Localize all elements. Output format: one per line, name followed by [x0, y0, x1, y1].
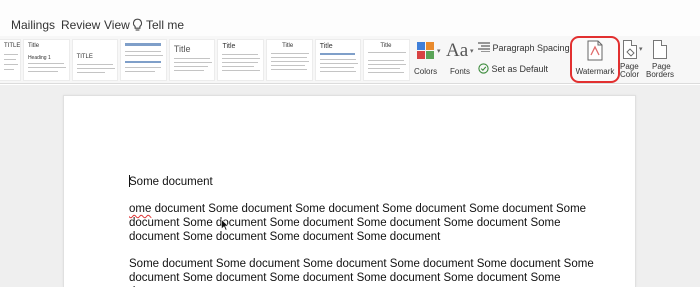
document-canvas[interactable]: Some document ome document Some document…: [0, 85, 700, 287]
chevron-down-icon: ▾: [639, 46, 643, 53]
fonts-icon: Aa: [446, 40, 469, 61]
checkmark-circle-icon: [478, 63, 489, 74]
style-thumbnail-title: Title: [27, 43, 40, 49]
set-as-default-button[interactable]: Set as Default: [478, 63, 548, 77]
page-color-button[interactable]: ▾ Page Color: [620, 40, 646, 82]
chevron-down-icon: ▾: [437, 48, 441, 55]
menu-tell-me[interactable]: Tell me: [146, 18, 184, 32]
page-borders-icon: [653, 40, 667, 59]
colors-label: Colors: [414, 67, 438, 76]
colors-button[interactable]: ▾ Colors: [414, 40, 441, 80]
style-thumbnail[interactable]: Title: [266, 39, 313, 81]
menu-view[interactable]: View: [104, 18, 130, 32]
style-thumbnail[interactable]: Title Heading 1: [22, 39, 70, 81]
document-paragraph[interactable]: Some document Some document Some documen…: [129, 257, 609, 287]
paragraph-text: document Some document Some document Som…: [129, 203, 587, 243]
style-thumbnail[interactable]: TITLE: [71, 39, 119, 81]
fonts-button[interactable]: Aa ▾ Fonts: [446, 40, 474, 80]
document-page[interactable]: Some document ome document Some document…: [63, 95, 636, 287]
paragraph-spacing-button[interactable]: Paragraph Spacing ▾: [478, 42, 576, 56]
style-thumbnail[interactable]: TITLE: [0, 39, 21, 81]
document-first-line[interactable]: Some document: [129, 175, 609, 189]
lightbulb-icon[interactable]: [131, 18, 144, 32]
paint-bucket-icon: [626, 48, 635, 57]
paragraph-spacing-icon: [478, 42, 490, 53]
style-thumbnail-title: Title: [380, 43, 392, 49]
style-thumbnail[interactable]: [120, 39, 167, 81]
watermark-button[interactable]: Watermark: [570, 36, 620, 83]
menu-bar: Mailings Review View Tell me: [0, 0, 700, 36]
first-line-text: Some document: [129, 176, 213, 188]
style-thumbnail[interactable]: Title: [363, 39, 410, 81]
style-set-gallery: TITLE Title Heading 1 TITLE Title Title …: [0, 39, 412, 81]
style-thumbnail[interactable]: Title: [314, 39, 362, 81]
color-swatch: [417, 51, 425, 59]
menu-mailings[interactable]: Mailings: [11, 18, 55, 32]
watermark-label: Watermark: [575, 67, 615, 76]
color-swatch: [417, 42, 425, 50]
page-borders-label-2: Borders: [646, 70, 675, 79]
style-thumbnail-title: TITLE: [4, 43, 21, 49]
fonts-label: Fonts: [450, 67, 471, 76]
menu-review[interactable]: Review: [61, 18, 100, 32]
design-ribbon: TITLE Title Heading 1 TITLE Title Title …: [0, 36, 700, 84]
color-swatch: [426, 42, 434, 50]
set-as-default-label: Set as Default: [491, 64, 549, 74]
mouse-pointer-icon: [221, 219, 229, 231]
paragraph-text: Some document Some document Some documen…: [129, 258, 594, 287]
page-color-label-2: Color: [620, 70, 640, 79]
style-thumbnail-title: TITLE: [76, 54, 93, 60]
document-paragraph[interactable]: ome document Some document Some document…: [129, 202, 609, 244]
chevron-down-icon: ▾: [470, 48, 474, 55]
misspelled-word[interactable]: ome: [129, 203, 151, 215]
style-thumbnail-title: Title: [173, 44, 191, 54]
style-thumbnail-title: Title: [319, 43, 333, 50]
style-thumbnail[interactable]: Title: [168, 39, 216, 81]
style-thumbnail-title: Title: [282, 43, 294, 49]
page-borders-button[interactable]: Page Borders: [646, 40, 676, 82]
color-swatch: [426, 51, 434, 59]
style-thumbnail-title: Title: [222, 43, 236, 50]
style-thumbnail-heading: Heading 1: [27, 55, 51, 61]
watermark-icon: [587, 40, 603, 61]
paragraph-spacing-label: Paragraph Spacing: [492, 43, 570, 53]
style-thumbnail[interactable]: Title: [217, 39, 265, 81]
